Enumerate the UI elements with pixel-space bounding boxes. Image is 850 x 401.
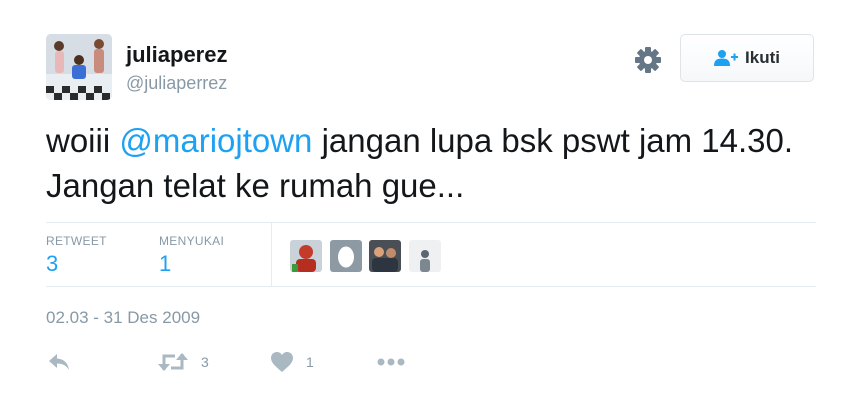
heart-icon bbox=[271, 352, 293, 372]
follow-button[interactable]: Ikuti bbox=[680, 34, 814, 82]
retweet-icon bbox=[158, 353, 188, 371]
user-avatar-icon bbox=[409, 240, 441, 272]
stats-divider bbox=[271, 222, 272, 286]
retweet-stat-label: RETWEET bbox=[46, 234, 107, 248]
gear-icon[interactable] bbox=[633, 45, 663, 75]
retweet-stat-count[interactable]: 3 bbox=[46, 251, 58, 277]
retweet-count: 3 bbox=[201, 354, 209, 370]
profile-avatar[interactable] bbox=[46, 34, 112, 100]
like-button[interactable]: 1 bbox=[270, 348, 314, 376]
liker-avatar[interactable] bbox=[330, 240, 362, 272]
reply-icon bbox=[49, 354, 69, 370]
more-button[interactable] bbox=[377, 348, 405, 376]
liker-avatar[interactable] bbox=[369, 240, 401, 272]
tweet-text-start: woiii bbox=[46, 122, 120, 159]
like-stat-count[interactable]: 1 bbox=[159, 251, 171, 277]
profile-photo-icon bbox=[46, 34, 112, 100]
egg-avatar-icon bbox=[330, 240, 362, 272]
add-user-icon bbox=[714, 50, 739, 66]
retweet-button[interactable]: 3 bbox=[157, 348, 209, 376]
follow-button-label: Ikuti bbox=[745, 48, 780, 67]
reply-button[interactable] bbox=[46, 348, 72, 376]
display-name[interactable]: juliaperez bbox=[126, 42, 227, 68]
mention-link[interactable]: @mariojtown bbox=[119, 122, 312, 159]
screen-name[interactable]: @juliaperrez bbox=[126, 73, 227, 94]
tweet-text: woiii @mariojtown jangan lupa bsk pswt j… bbox=[46, 118, 806, 208]
more-icon bbox=[377, 358, 405, 366]
divider bbox=[46, 286, 816, 287]
user-avatar-icon bbox=[369, 240, 401, 272]
tweet-timestamp[interactable]: 02.03 - 31 Des 2009 bbox=[46, 308, 200, 328]
like-count: 1 bbox=[306, 354, 314, 370]
divider bbox=[46, 222, 816, 223]
like-stat-label: MENYUKAI bbox=[159, 234, 225, 248]
liker-avatar[interactable] bbox=[290, 240, 322, 272]
user-avatar-icon bbox=[290, 240, 322, 272]
liker-avatar[interactable] bbox=[409, 240, 441, 272]
